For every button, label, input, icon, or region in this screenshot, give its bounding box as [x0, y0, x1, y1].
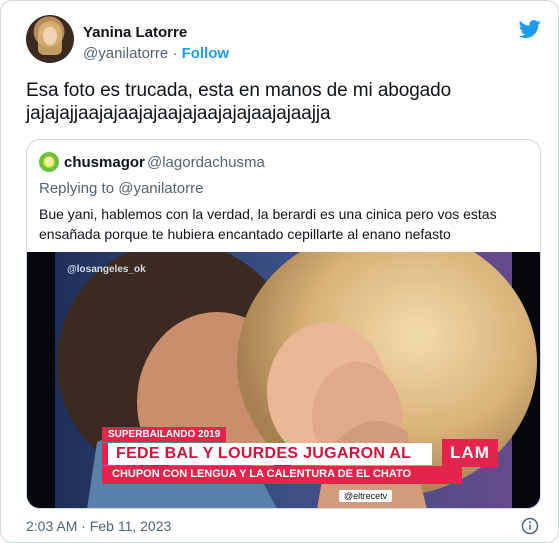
quoted-media-image[interactable]: @losangeles_ok SUPERBAILANDO 2019 FEDE B…: [27, 252, 540, 508]
quoted-text-line-1: Bue yani, hablemos con la verdad, la ber…: [39, 206, 497, 222]
author-handle[interactable]: @yanilatorre: [83, 45, 168, 62]
tweet-card: Yanina Latorre @yanilatorre · Follow Esa…: [0, 0, 559, 543]
lower-third-top: SUPERBAILANDO 2019: [102, 427, 227, 442]
quoted-avatar-face: [45, 157, 53, 166]
broadcast-lower-third: SUPERBAILANDO 2019 FEDE BAL Y LOURDES JU…: [82, 427, 502, 489]
quoted-author-avatar: [39, 152, 59, 172]
lower-third-sub: CHUPON CON LENGUA Y LA CALENTURA DE EL C…: [102, 466, 462, 484]
tweet-text-line-1: Esa foto es trucada, esta en manos de mi…: [26, 80, 452, 101]
replying-to: Replying to @yanilatorre: [39, 180, 204, 197]
channel-logo: LAM: [442, 439, 498, 467]
quoted-tweet[interactable]: chusmagor @lagordachusma Replying to @ya…: [26, 139, 541, 509]
follow-button[interactable]: Follow: [182, 45, 230, 62]
quoted-author-handle: @lagordachusma: [147, 154, 265, 171]
info-icon[interactable]: [521, 517, 539, 535]
twitter-bird-icon[interactable]: [518, 18, 542, 40]
author-name[interactable]: Yanina Latorre: [83, 24, 187, 41]
quoted-text: Bue yani, hablemos con la verdad, la ber…: [39, 204, 529, 244]
quoted-text-line-2: ensañada porque te hubiera encantado cep…: [39, 226, 451, 242]
quoted-author-name: chusmagor: [64, 154, 145, 171]
author-handle-row: @yanilatorre · Follow: [83, 45, 229, 62]
lower-third-main: FEDE BAL Y LOURDES JUGARON AL LIMITE: [102, 443, 432, 480]
tweet-timestamp[interactable]: 2:03 AM · Feb 11, 2023: [26, 518, 171, 534]
tweet-body: Esa foto es trucada, esta en manos de mi…: [26, 79, 546, 125]
tweet-text-line-2: jajajajjaajajaajajaajajaajajajaajajaajja: [26, 103, 331, 124]
author-avatar[interactable]: [26, 15, 74, 63]
avatar-face: [43, 27, 57, 45]
network-tag: @eltrecetv: [339, 490, 393, 502]
media-watermark: @losangeles_ok: [67, 264, 146, 275]
handle-separator: ·: [172, 45, 178, 62]
